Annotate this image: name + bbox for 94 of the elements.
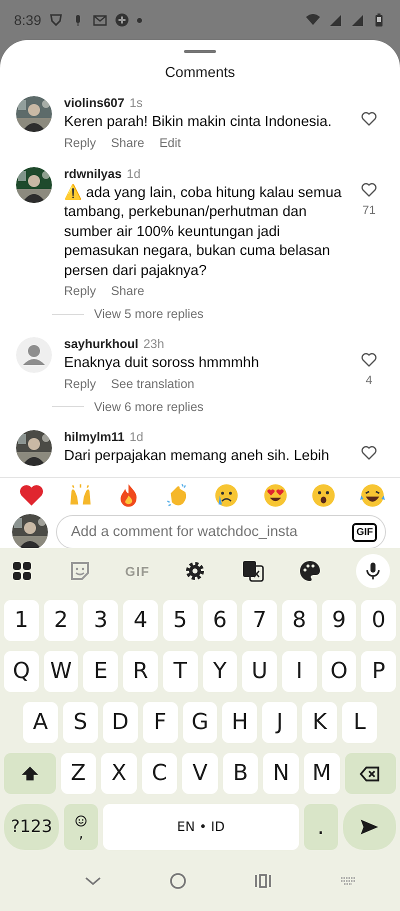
comment-action-link[interactable]: Reply [64,376,96,390]
comment-action-link[interactable]: Share [110,284,144,298]
like-count: 4 [366,373,372,387]
keyboard-key[interactable]: 8 [282,600,317,641]
smiley-icon [75,815,88,827]
keyboard-key[interactable]: V [182,753,218,794]
emoji-comma-key[interactable]: , [64,804,98,850]
comment-action-link[interactable]: Reply [64,284,96,298]
keyboard-key[interactable]: O [322,651,356,692]
sheet-title: Comments [164,65,236,81]
comment-action-link[interactable]: Edit [159,136,181,150]
comment-action-link[interactable]: Reply [64,136,96,150]
comment-time: 1s [129,96,143,110]
keyboard-key[interactable]: Y [202,651,238,692]
keyboard-key[interactable]: A [23,702,58,743]
keyboard-key[interactable]: N [263,753,299,794]
surprised-face-icon[interactable] [310,482,338,508]
comma-label: , [78,827,84,839]
comment-time: 1d [126,166,141,180]
translate-icon[interactable] [240,559,265,583]
keyboard-key[interactable]: U [242,651,277,692]
palette-icon[interactable] [298,559,322,583]
keyboard-key[interactable]: F [142,702,178,743]
keyboard-key[interactable]: 1 [4,600,39,641]
default-avatar-icon [16,337,52,373]
send-key[interactable] [342,804,396,850]
heart-icon[interactable] [360,351,378,369]
keyboard-key[interactable]: M [304,753,340,794]
symbols-key[interactable]: ?123 [4,804,60,850]
keyboard-key[interactable]: R [123,651,158,692]
comment-text: Enaknya duit soross hmmmhh [64,354,260,373]
mail-icon [93,13,108,27]
keyboard-key[interactable]: D [102,702,138,743]
keyboard-key[interactable]: S [62,702,98,743]
keyboard-key[interactable]: L [342,702,378,743]
space-key[interactable]: EN • ID [102,804,299,850]
keyboard-key[interactable]: T [162,651,198,692]
keyboard-key[interactable]: 3 [83,600,118,641]
dot-icon [137,18,142,22]
laughing-face-icon[interactable] [358,482,386,508]
keyboard-key[interactable]: 5 [162,600,198,641]
keyboard-key[interactable]: P [361,651,396,692]
clock-time: 8:39 [14,12,42,28]
voice-input-button[interactable] [356,554,390,588]
username[interactable]: violins607 [64,96,124,110]
keyboard-key[interactable]: K [302,702,338,743]
comment-action-link[interactable]: Share [110,136,144,150]
heart-icon[interactable] [360,180,378,198]
keyboard-key[interactable]: 6 [202,600,238,641]
gif-button[interactable]: GIF [352,522,377,542]
heart-icon[interactable] [360,110,378,128]
keyboard-key[interactable]: 0 [361,600,396,641]
comment-action-link[interactable]: See translation [110,376,194,390]
view-replies-link[interactable]: View 5 more replies [94,307,204,321]
signal-icon [350,13,364,27]
drag-handle[interactable] [184,50,216,53]
comment-text: Keren parah! Bikin makin cinta Indonesia. [64,113,333,132]
keyboard-key[interactable]: E [83,651,118,692]
home-icon[interactable] [168,870,188,890]
keyboard-key[interactable]: 4 [123,600,158,641]
keyboard-key[interactable]: 9 [322,600,356,641]
comment-text: Dari perpajakan memang aneh sih. Lebih [64,446,330,466]
keyboard-key[interactable]: W [44,651,78,692]
period-key[interactable]: . [304,804,338,850]
keyboard-key[interactable]: B [222,753,258,794]
keyboard-key[interactable]: J [262,702,298,743]
crying-face-icon[interactable] [212,482,240,508]
heart-eyes-face-icon[interactable] [262,482,289,508]
view-replies-link[interactable]: View 6 more replies [94,400,204,414]
username[interactable]: rdwnilyas [64,166,122,180]
signal-icon [328,13,342,27]
keyboard-key[interactable]: H [222,702,258,743]
keyboard-key[interactable]: C [142,753,178,794]
grid-icon[interactable] [10,559,34,583]
keyboard-key[interactable]: Z [60,753,96,794]
comment-time: 1d [129,430,144,444]
shield-icon [49,13,64,27]
username[interactable]: hilmylm11 [64,430,124,444]
like-count: 71 [362,202,376,216]
shift-key[interactable] [4,753,56,794]
wifi-icon [306,13,320,27]
comment-input-field[interactable]: Add a comment for watchdoc_insta GIF [56,515,386,548]
keyboard-key[interactable]: 7 [242,600,277,641]
heart-icon[interactable] [360,444,378,462]
keyboard-key[interactable]: X [101,753,137,794]
username[interactable]: sayhurkhoul [64,337,138,351]
keyboard-key[interactable]: G [182,702,218,743]
keyboard-key[interactable]: 2 [44,600,78,641]
plus-circle-icon [115,13,130,27]
comment-text: ⚠ ada yang lain, coba hitung kalau semua tambang, perkebunan/perhutman dan sumber air 100% keuntungan jadi pemasukan negara, bukan cuma belasan persen dari pajaknya? [64,184,342,280]
comment-time: 23h [143,337,164,351]
keyboard-key[interactable]: Q [4,651,39,692]
keyboard-key[interactable]: I [282,651,317,692]
backspace-key[interactable] [344,753,396,794]
